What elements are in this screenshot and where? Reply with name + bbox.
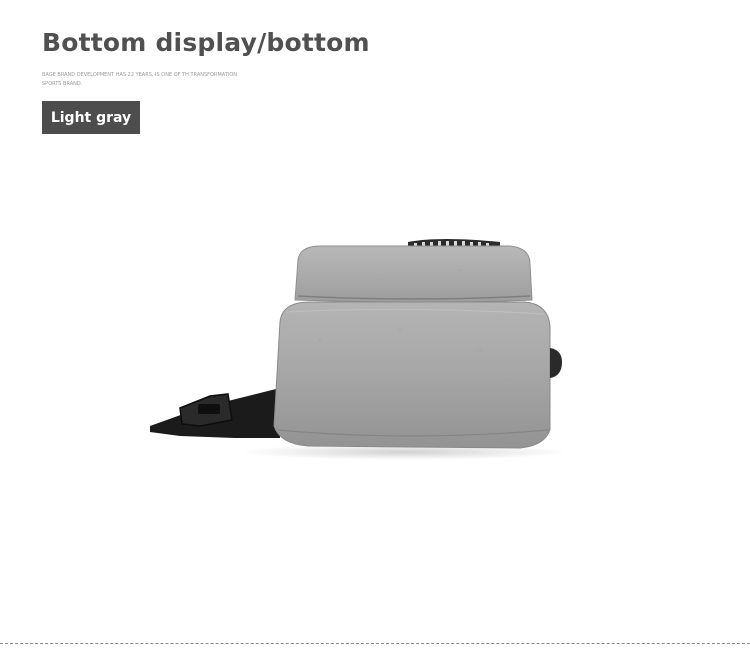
usb-port: [550, 348, 562, 378]
buckle-slot: [198, 404, 220, 414]
color-badge: Light gray: [42, 101, 140, 134]
section-divider: [0, 643, 750, 644]
product-image: [150, 239, 570, 460]
page-title: Bottom display/bottom: [42, 28, 370, 57]
top-compartment: [294, 245, 533, 303]
main-body: [273, 301, 551, 449]
brand-tagline: BAGE BRAND DEVELOPMENT HAS 22 YEARS, IS …: [42, 72, 238, 87]
